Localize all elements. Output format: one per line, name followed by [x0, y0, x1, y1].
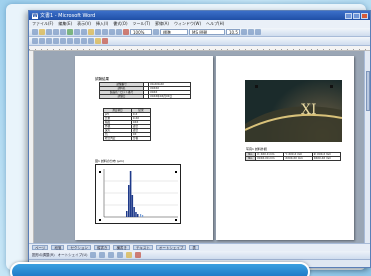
formatting-toolbar	[29, 37, 370, 46]
table-cell: XXXX年XX月XX日	[148, 94, 191, 99]
embedded-photo[interactable]: XI	[245, 80, 342, 142]
hbar-item[interactable]: セクション	[67, 245, 91, 250]
menu-item-tools[interactable]: ツール(T)	[133, 21, 151, 27]
line-color-icon[interactable]	[135, 252, 142, 258]
preview-icon[interactable]	[60, 29, 66, 35]
help-icon[interactable]	[153, 29, 159, 35]
font-color-icon[interactable]	[102, 38, 108, 44]
embedded-histogram-chart[interactable]	[95, 164, 181, 224]
open-icon[interactable]	[39, 29, 45, 35]
paste-icon[interactable]	[88, 29, 94, 35]
word-window: W 文書1 - Microsoft Word ファイル(F) 編集(E) 表示(…	[28, 10, 371, 268]
menu-item-edit[interactable]: 編集(E)	[58, 21, 72, 27]
fill-color-icon[interactable]	[126, 252, 133, 258]
results-table: 測定項目 結果 pH X.X 比重 X.XX 粘度 XXX 外観 適合 臭気 適…	[103, 108, 152, 141]
arrow-icon[interactable]	[99, 252, 106, 258]
close-button[interactable]	[361, 12, 368, 19]
table-row: 総合判定 合格	[103, 136, 152, 141]
drawing-toolbar: 図形の調整(R) オートシェイプ(U)	[29, 251, 370, 259]
undo-icon[interactable]	[95, 29, 101, 35]
hbar-item[interactable]: 表	[189, 245, 199, 250]
chart-caption: 図1 試料の分布 (µm)	[95, 159, 124, 163]
histogram-graphic	[99, 169, 178, 221]
word-app-icon: W	[32, 12, 38, 19]
bullets-icon[interactable]	[67, 38, 73, 44]
italic-icon[interactable]	[248, 29, 254, 35]
new-icon[interactable]	[32, 29, 38, 35]
line-icon[interactable]	[90, 252, 97, 258]
align-left-icon[interactable]	[32, 38, 38, 44]
menu-item-view[interactable]: 表示(V)	[77, 21, 91, 27]
clock-photo-graphic: XI	[245, 85, 342, 142]
font-size-select[interactable]: 10.5	[226, 29, 240, 35]
print-icon[interactable]	[53, 29, 59, 35]
table-icon[interactable]	[109, 29, 115, 35]
table-cell: 総合判定	[103, 136, 132, 141]
menu-bar: ファイル(F) 編集(E) 表示(V) 挿入(I) 書式(O) ツール(T) 罫…	[29, 20, 370, 28]
menu-item-format[interactable]: 書式(O)	[113, 21, 127, 27]
underline-icon[interactable]	[255, 29, 261, 35]
copy-icon[interactable]	[81, 29, 87, 35]
zoom-select[interactable]: 100%	[130, 29, 152, 35]
spell-icon[interactable]	[67, 29, 73, 35]
vertical-ruler[interactable]	[29, 51, 34, 243]
menu-item-insert[interactable]: 挿入(I)	[96, 21, 108, 27]
dimension-table: No. X: XXX.X mm Y: XXX.X mm Z: XXX.X mm …	[244, 152, 342, 161]
hbar-item[interactable]: ページ	[32, 245, 49, 250]
minimize-button[interactable]	[345, 12, 352, 19]
hbar-item[interactable]: テキスト	[132, 245, 153, 250]
font-select[interactable]: MS 明朝	[189, 29, 225, 35]
align-right-icon[interactable]	[46, 38, 52, 44]
style-select[interactable]: 標準	[160, 29, 188, 35]
table-row: No. X: XXX.X mm Y: XXX.X mm Z: XXX.X mm	[244, 152, 342, 157]
draw-menu-button[interactable]: 図形の調整(R)	[32, 253, 55, 258]
table-cell: 合格	[130, 136, 152, 141]
redo-icon[interactable]	[102, 29, 108, 35]
menu-item-window[interactable]: ウィンドウ(W)	[174, 21, 201, 27]
menu-item-help[interactable]: ヘルプ(H)	[206, 21, 224, 27]
specimen-info-table: 試験番号 XX-XXX-XX 試料名 XXXXX 製品名・ロット番号 XXXX …	[98, 82, 191, 99]
table-cell: XXXX.XX mm	[255, 156, 285, 161]
save-icon[interactable]	[46, 29, 52, 35]
scrollbar-thumb[interactable]	[366, 71, 370, 111]
drawing-icon[interactable]	[123, 29, 129, 35]
bold-icon[interactable]	[241, 29, 247, 35]
cut-icon[interactable]	[74, 29, 80, 35]
columns-icon[interactable]	[116, 29, 122, 35]
table-cell: No.	[244, 156, 257, 161]
document-page-2[interactable]: XI 写真1 試料外観 No. X: XXX.X mm Y: XXX.X mm …	[216, 56, 354, 240]
document-page-1[interactable]: 試験結果 試験番号 XX-XXX-XX 試料名 XXXXX 製品名・ロット番号 …	[75, 56, 213, 240]
menu-item-file[interactable]: ファイル(F)	[32, 21, 53, 27]
window-title: 文書1 - Microsoft Word	[40, 13, 96, 19]
table-cell: 試験日	[98, 94, 145, 99]
border-icon[interactable]	[88, 38, 94, 44]
hbar-item[interactable]: 縦書き	[93, 245, 111, 250]
oval-icon[interactable]	[117, 252, 124, 258]
title-bar[interactable]: W 文書1 - Microsoft Word	[29, 11, 370, 20]
standard-toolbar: 100% 標準 MS 明朝 10.5	[29, 28, 370, 37]
table-row: 試験日 XXXX年XX月XX日	[98, 94, 191, 99]
increase-indent-icon[interactable]	[81, 38, 87, 44]
clock-numeral: XI	[301, 102, 317, 118]
highlight-icon[interactable]	[95, 38, 101, 44]
vertical-scrollbar[interactable]	[364, 51, 370, 243]
decorative-blue-banner	[10, 262, 310, 276]
numbering-icon[interactable]	[60, 38, 66, 44]
align-center-icon[interactable]	[39, 38, 45, 44]
menu-item-table[interactable]: 罫線(A)	[155, 21, 169, 27]
table-cell: XXXX.XX mm	[283, 156, 313, 161]
decrease-indent-icon[interactable]	[74, 38, 80, 44]
hbar-item[interactable]: オートシェイプ	[155, 245, 187, 250]
rectangle-icon[interactable]	[108, 252, 115, 258]
hbar-item[interactable]: 段落	[51, 245, 65, 250]
maximize-button[interactable]	[353, 12, 360, 19]
autoshape-menu-button[interactable]: オートシェイプ(U)	[58, 253, 88, 258]
table-cell: XXXX.XX mm	[311, 156, 342, 161]
hbar-item[interactable]: 横書き	[113, 245, 130, 250]
justify-icon[interactable]	[53, 38, 59, 44]
horizontal-toolbar: ページ 段落 セクション 縦書き 横書き テキスト オートシェイプ 表	[29, 243, 370, 251]
table-row: No. XXXX.XX mm XXXX.XX mm XXXX.XX mm	[244, 156, 342, 161]
photo-caption: 写真1 試料外観	[246, 147, 267, 151]
